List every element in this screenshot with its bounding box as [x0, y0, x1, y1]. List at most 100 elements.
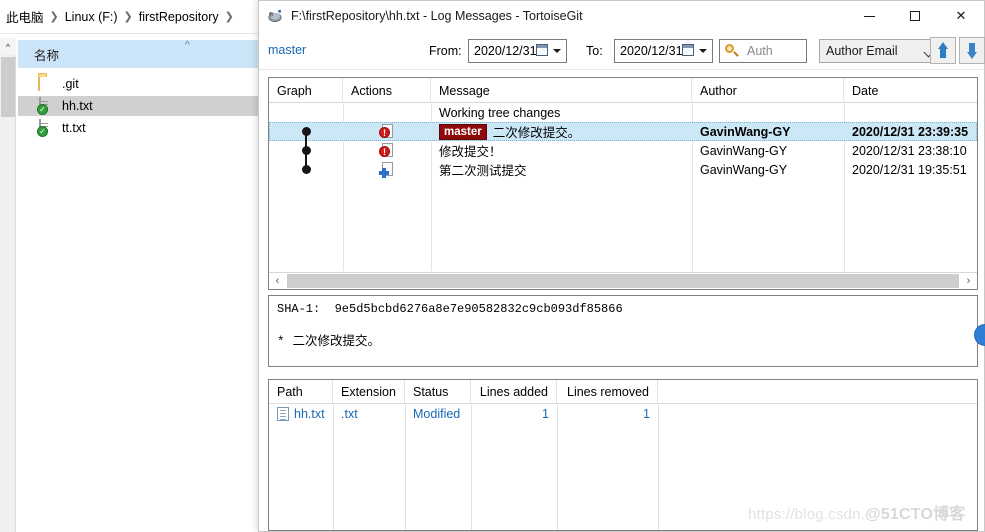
from-date-input[interactable]: 2020/12/31 — [468, 39, 567, 63]
list-item-label: .git — [62, 77, 79, 91]
files-table-header: Path Extension Status Lines added Lines … — [269, 380, 977, 404]
chevron-down-icon[interactable] — [553, 49, 561, 53]
date-cell: 2020/12/31 23:38:10 — [852, 143, 967, 158]
added-file-icon — [379, 161, 395, 178]
list-item-label: tt.txt — [62, 121, 86, 135]
scrollbar-thumb[interactable] — [1, 57, 15, 117]
actions-cell: ! — [343, 122, 431, 141]
breadcrumb-item-2[interactable]: firstRepository — [139, 10, 219, 24]
search-input[interactable]: Auth — [719, 39, 807, 63]
watermark-url: https://blog.csdn. — [748, 506, 866, 523]
column-header-status[interactable]: Status — [405, 380, 471, 404]
graph-cell — [269, 122, 343, 141]
list-item[interactable]: .git — [18, 74, 260, 94]
current-branch-label[interactable]: master — [268, 43, 306, 57]
text-file-icon: ✓ — [37, 97, 54, 115]
breadcrumb-separator-icon: ❯ — [49, 11, 59, 23]
column-header-date[interactable]: Date — [844, 78, 977, 103]
file-explorer-window: 此电脑 ❯ Linux (F:) ❯ firstRepository ❯ ^ 名… — [0, 0, 260, 532]
to-date-value: 2020/12/31 — [620, 44, 683, 58]
actions-cell: ! — [343, 141, 431, 160]
sort-ascending-icon: ^ — [185, 40, 190, 51]
column-header-author[interactable]: Author — [692, 78, 844, 103]
commit-message-text: 二次修改提交。 — [292, 334, 381, 348]
list-item[interactable]: ✓ hh.txt — [18, 96, 260, 116]
message-cell: 第二次测试提交 — [439, 164, 527, 178]
list-item[interactable]: ✓ tt.txt — [18, 118, 260, 138]
breadcrumb-separator-icon: ❯ — [123, 11, 133, 23]
scrollbar-thumb[interactable] — [287, 274, 959, 288]
calendar-icon[interactable] — [536, 44, 548, 56]
find-previous-button[interactable] — [930, 37, 956, 64]
author-cell: GavinWang-GY — [700, 124, 791, 139]
log-table-header: Graph Actions Message Author Date — [269, 78, 977, 103]
column-header-lines-added[interactable]: Lines added — [471, 380, 557, 404]
scroll-right-icon[interactable]: › — [960, 273, 977, 289]
column-header-graph[interactable]: Graph — [269, 78, 343, 103]
maximize-button[interactable] — [892, 1, 938, 31]
screen-root: 此电脑 ❯ Linux (F:) ❯ firstRepository ❯ ^ 名… — [0, 0, 985, 532]
date-cell — [844, 103, 977, 122]
watermark: https://blog.csdn.@51CTO博客 — [748, 500, 966, 524]
tortoisegit-icon — [267, 8, 283, 24]
folder-icon — [38, 75, 54, 92]
graph-cell — [269, 103, 343, 122]
table-row[interactable]: hh.txt .txt Modified 1 1 — [269, 404, 977, 424]
extension-cell: .txt — [341, 407, 358, 421]
calendar-icon[interactable] — [682, 44, 694, 56]
chevron-down-icon[interactable] — [699, 49, 707, 53]
path-text: hh.txt — [294, 407, 325, 421]
commit-detail-panel[interactable]: SHA-1: 9e5d5bcbd6276a8e7e90582832c9cb093… — [268, 295, 978, 367]
arrow-up-icon — [936, 42, 950, 59]
commit-message-detail: * 二次修改提交。 — [277, 330, 969, 349]
column-header-message[interactable]: Message — [431, 78, 692, 103]
minimize-button[interactable] — [846, 1, 892, 31]
breadcrumb-item-1[interactable]: Linux (F:) — [65, 10, 118, 24]
filter-field-select[interactable]: Author Email — [819, 39, 941, 63]
author-cell: GavinWang-GY — [700, 143, 788, 158]
actions-cell — [343, 103, 431, 122]
graph-cell — [269, 141, 343, 160]
date-cell: 2020/12/31 19:35:51 — [852, 162, 967, 177]
column-header-lines-removed[interactable]: Lines removed — [557, 380, 658, 404]
title-bar[interactable]: F:\firstRepository\hh.txt - Log Messages… — [259, 1, 984, 31]
graph-cell — [269, 160, 343, 179]
breadcrumb[interactable]: 此电脑 ❯ Linux (F:) ❯ firstRepository ❯ — [0, 0, 260, 34]
search-icon[interactable] — [725, 43, 740, 59]
message-text: 二次修改提交。 — [492, 126, 581, 140]
close-button[interactable]: ✕ — [938, 1, 984, 31]
log-horizontal-scrollbar[interactable]: ‹ › — [269, 272, 977, 289]
explorer-column-header-name[interactable]: 名称 — [18, 40, 260, 68]
table-row[interactable]: 第二次测试提交 GavinWang-GY 2020/12/31 19:35:51 — [269, 160, 977, 179]
to-label: To: — [586, 44, 603, 58]
author-cell: GavinWang-GY — [700, 162, 788, 177]
document-icon — [277, 407, 289, 421]
log-message-list[interactable]: Graph Actions Message Author Date Workin… — [268, 77, 978, 290]
log-table-body: Working tree changes ! master 二次修改提交。 Ga… — [269, 103, 977, 271]
column-header-extension[interactable]: Extension — [333, 380, 405, 404]
column-header-path[interactable]: Path — [269, 380, 333, 404]
table-row[interactable]: ! 修改提交！ GavinWang-GY 2020/12/31 23:38:10 — [269, 141, 977, 160]
watermark-brand: @51CTO博客 — [865, 506, 966, 523]
list-item-label: hh.txt — [62, 99, 93, 113]
status-cell: Modified — [413, 407, 461, 421]
breadcrumb-item-0[interactable]: 此电脑 — [6, 7, 44, 26]
sha1-text: SHA-1: 9e5d5bcbd6276a8e7e90582832c9cb093… — [277, 302, 623, 316]
message-cell: Working tree changes — [439, 105, 561, 120]
table-row[interactable]: ! master 二次修改提交。 GavinWang-GY 2020/12/31… — [269, 122, 977, 141]
column-header-actions[interactable]: Actions — [343, 78, 431, 103]
lines-added-cell: 1 — [542, 407, 549, 421]
to-date-input[interactable]: 2020/12/31 — [614, 39, 713, 63]
find-next-button[interactable] — [959, 37, 985, 64]
tortoisegit-log-window: F:\firstRepository\hh.txt - Log Messages… — [258, 0, 985, 532]
scroll-up-icon[interactable]: ^ — [0, 38, 16, 55]
window-title: F:\firstRepository\hh.txt - Log Messages… — [291, 9, 583, 23]
scroll-left-icon[interactable]: ‹ — [269, 273, 286, 289]
lines-removed-cell: 1 — [643, 407, 650, 421]
table-row[interactable]: Working tree changes — [269, 103, 977, 122]
author-cell — [692, 103, 844, 122]
modified-file-icon: ! — [379, 142, 395, 159]
breadcrumb-separator-icon: ❯ — [224, 11, 234, 23]
filter-toolbar: master From: 2020/12/31 To: 2020/12/31 A… — [259, 32, 985, 70]
search-placeholder-text: Auth — [747, 44, 773, 58]
